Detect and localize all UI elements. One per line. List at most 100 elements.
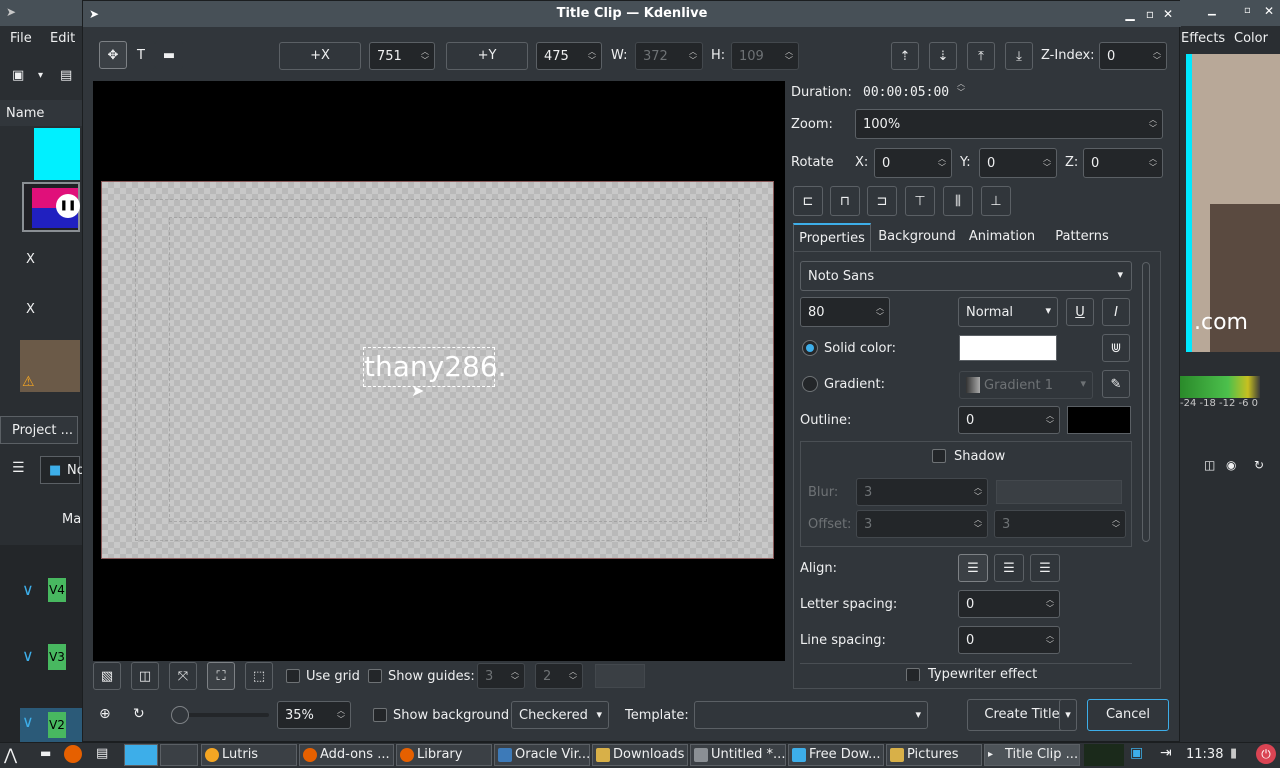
workspace-2[interactable] bbox=[160, 744, 198, 766]
tab-background[interactable]: Background bbox=[875, 223, 959, 251]
solid-color-radio[interactable] bbox=[802, 340, 818, 356]
create-title-menu-chevron-icon[interactable]: ▾ bbox=[1059, 699, 1077, 731]
height-input[interactable]: 109 ︿ ﹀ bbox=[731, 42, 799, 70]
sliders-icon[interactable]: ☰ bbox=[12, 460, 25, 476]
spin-arrows-icon[interactable]: ︿ ﹀ bbox=[1044, 407, 1056, 433]
cancel-button[interactable]: Cancel bbox=[1087, 699, 1169, 731]
guides-h-input[interactable]: 3 ︿ ﹀ bbox=[477, 663, 525, 689]
spin-arrows-icon[interactable]: ︿ ﹀ bbox=[1151, 43, 1163, 69]
blur-input[interactable]: 3 ︿ ﹀ bbox=[856, 478, 988, 506]
zoom-in-icon[interactable]: ⊕ bbox=[99, 706, 111, 722]
minimize-icon[interactable]: ▁ bbox=[1121, 5, 1139, 23]
select-tool-icon[interactable]: ✥ bbox=[99, 41, 127, 69]
show-guides-checkbox[interactable] bbox=[368, 669, 382, 683]
spin-arrows-icon[interactable]: ︿ ﹀ bbox=[509, 664, 521, 688]
guide-color-swatch[interactable] bbox=[595, 664, 645, 688]
show-desktop-icon[interactable]: ▬ bbox=[40, 746, 51, 760]
outline-input[interactable]: 0 ︿ ﹀ bbox=[958, 406, 1060, 434]
align-hcenter-icon[interactable]: ⊓ bbox=[830, 186, 860, 216]
refresh-icon[interactable]: ↻ bbox=[1254, 458, 1264, 472]
task-downloads[interactable]: Downloads bbox=[592, 744, 688, 766]
title-text-item[interactable]: thany286. bbox=[363, 347, 507, 387]
panel-scrollbar[interactable] bbox=[1142, 262, 1150, 542]
task-lutris[interactable]: Lutris bbox=[201, 744, 297, 766]
files-icon[interactable]: ▤ bbox=[96, 746, 108, 761]
spin-arrows-icon[interactable]: ︿ ﹀ bbox=[972, 479, 984, 505]
maximize-icon[interactable]: ▫ bbox=[1141, 5, 1159, 23]
spin-arrows-icon[interactable]: ︿ ﹀ bbox=[1147, 149, 1159, 177]
solid-color-swatch[interactable] bbox=[959, 335, 1057, 361]
task-title-clip[interactable]: ▸ Title Clip ... bbox=[984, 744, 1080, 766]
workspace-1[interactable] bbox=[124, 744, 158, 766]
outline-color-swatch[interactable] bbox=[1067, 406, 1131, 434]
menu-file[interactable]: File bbox=[10, 31, 32, 46]
split-view-icon[interactable]: ◫ bbox=[131, 662, 159, 690]
align-bottom-icon[interactable]: ⊥ bbox=[981, 186, 1011, 216]
tab-effects[interactable]: Effects bbox=[1181, 31, 1225, 46]
spin-arrows-icon[interactable]: ︿ ﹀ bbox=[1110, 511, 1122, 537]
spin-arrows-icon[interactable]: ︿ ﹀ bbox=[335, 702, 347, 728]
zindex-input[interactable]: 0 ︿ ﹀ bbox=[1099, 42, 1167, 70]
spin-arrows-icon[interactable]: ︿ ﹀ bbox=[936, 149, 948, 177]
start-menu-icon[interactable]: ⋀ bbox=[4, 745, 17, 764]
folder-icon[interactable]: ▤ bbox=[60, 68, 72, 83]
align-right-icon[interactable]: ⊐ bbox=[867, 186, 897, 216]
clip-thumb-cyan[interactable] bbox=[34, 128, 80, 180]
plus-y-button[interactable]: +Y bbox=[446, 42, 528, 70]
spin-arrows-icon[interactable]: ︿ ﹀ bbox=[419, 43, 431, 69]
track-collapse-icon[interactable]: ∨ bbox=[22, 712, 34, 731]
close-icon[interactable]: ✕ bbox=[1264, 4, 1274, 18]
no-combo[interactable]: ■ No bbox=[40, 456, 85, 484]
italic-icon[interactable]: I bbox=[1102, 298, 1130, 326]
power-icon[interactable]: ⏻ bbox=[1256, 744, 1276, 764]
unicode-icon[interactable]: ⋓ bbox=[1102, 334, 1130, 362]
bin-icon[interactable]: ▣ bbox=[12, 68, 24, 83]
align-vcenter-icon[interactable]: ⫼ bbox=[943, 186, 973, 216]
task-untitled[interactable]: Untitled *... bbox=[690, 744, 786, 766]
gradient-radio[interactable] bbox=[802, 376, 818, 392]
chevron-down-icon[interactable]: ▾ bbox=[38, 70, 43, 81]
align-left-icon[interactable]: ⊏ bbox=[793, 186, 823, 216]
edit-pencil-icon[interactable]: ✎ bbox=[1102, 370, 1130, 398]
rectangle-tool-icon[interactable]: ▬ bbox=[155, 41, 183, 69]
lower-to-bottom-icon[interactable]: ⤓ bbox=[1005, 42, 1033, 70]
tab-color[interactable]: Color bbox=[1234, 31, 1268, 46]
zoom-percent-input[interactable]: 35% ︿ ﹀ bbox=[277, 701, 351, 729]
text-align-left-icon[interactable]: ☰ bbox=[958, 554, 988, 582]
project-tab[interactable]: Project ... bbox=[0, 416, 78, 444]
duration-value[interactable]: 00:00:05:00 bbox=[863, 85, 949, 100]
plus-x-button[interactable]: +X bbox=[279, 42, 361, 70]
y-position-input[interactable]: 475 ︿ ﹀ bbox=[536, 42, 602, 70]
font-size-input[interactable]: 80 ︿ ﹀ bbox=[800, 297, 890, 327]
track-collapse-icon[interactable]: ∨ bbox=[22, 580, 34, 599]
fit-frame-icon[interactable]: ⛶ bbox=[207, 662, 235, 690]
use-grid-checkbox[interactable] bbox=[286, 669, 300, 683]
select-area-icon[interactable]: ⬚ bbox=[245, 662, 273, 690]
task-addons[interactable]: Add-ons ... bbox=[299, 744, 394, 766]
task-oracle-vm[interactable]: Oracle Vir... bbox=[494, 744, 590, 766]
menu-edit[interactable]: Edit bbox=[50, 31, 75, 46]
image-icon[interactable]: ▧ bbox=[93, 662, 121, 690]
volume-icon[interactable]: ▮ bbox=[1230, 746, 1237, 761]
width-input[interactable]: 372 ︿ ﹀ bbox=[635, 42, 703, 70]
show-background-checkbox[interactable] bbox=[373, 708, 387, 722]
guides-v-input[interactable]: 2 ︿ ﹀ bbox=[535, 663, 583, 689]
task-free-download[interactable]: Free Dow... bbox=[788, 744, 884, 766]
x-position-input[interactable]: 751 ︿ ﹀ bbox=[369, 42, 435, 70]
spin-arrows-icon[interactable]: ︿ ﹀ bbox=[687, 43, 699, 69]
text-tool-icon[interactable]: T bbox=[127, 41, 155, 69]
text-align-right-icon[interactable]: ☰ bbox=[1030, 554, 1060, 582]
template-combo[interactable]: ▾ bbox=[694, 701, 928, 729]
track-collapse-icon[interactable]: ∨ bbox=[22, 646, 34, 665]
close-icon[interactable]: ✕ bbox=[1159, 5, 1177, 23]
background-mode-combo[interactable]: Checkered ▾ bbox=[511, 701, 609, 729]
gradient-combo[interactable]: Gradient 1 ▾ bbox=[959, 371, 1093, 399]
zoom-slider-handle[interactable] bbox=[171, 706, 189, 724]
logout-icon[interactable]: ⇥ bbox=[1160, 745, 1172, 761]
lower-icon[interactable]: ⇣ bbox=[929, 42, 957, 70]
spin-arrows-icon[interactable]: ︿ ﹀ bbox=[972, 511, 984, 537]
rotate-y-input[interactable]: 0 ︿ ﹀ bbox=[979, 148, 1057, 178]
spin-arrows-icon[interactable]: ︿ ﹀ bbox=[783, 43, 795, 69]
tab-patterns[interactable]: Patterns bbox=[1045, 223, 1119, 251]
track-v2[interactable]: V2 bbox=[48, 712, 66, 738]
